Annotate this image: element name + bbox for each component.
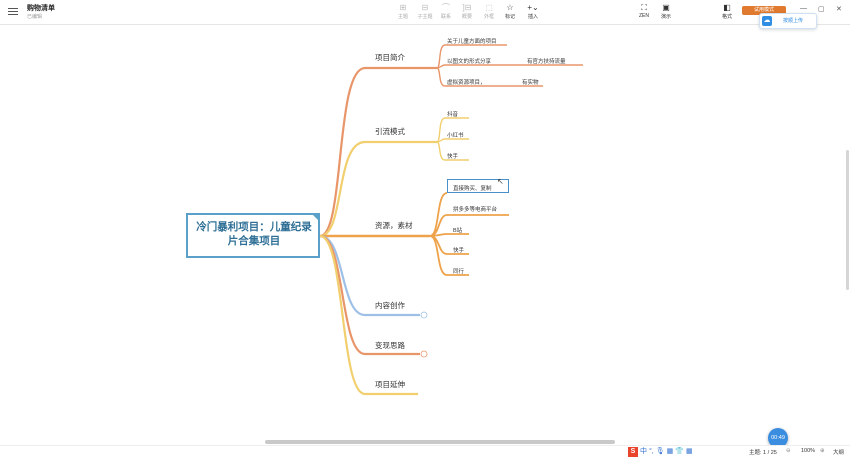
status-bar: S 中 °, 🎙 ▦ 👕 ▦ 主题: 1 / 25 ⊖ 100% ⊕ 大纲 xyxy=(0,445,850,459)
horizontal-scrollbar[interactable] xyxy=(265,440,615,444)
branch-resources[interactable]: 资源，素材 xyxy=(375,220,413,231)
root-topic[interactable]: 冷门暴利项目：儿童纪录片合集项目 xyxy=(186,213,320,258)
skin-icon[interactable]: 👕 xyxy=(675,447,684,457)
leaf-intro-3[interactable]: 虚拟资源项目， xyxy=(447,78,486,86)
toolbox-icon[interactable]: ▦ xyxy=(686,447,693,457)
zoom-out-icon[interactable]: ⊖ xyxy=(786,448,791,454)
ime-punct-icon[interactable]: °, xyxy=(649,447,654,457)
zoom-in-icon[interactable]: ⊕ xyxy=(820,448,825,454)
collapse-dot-monetize xyxy=(420,350,428,358)
topic-count: 主题: 1 / 25 xyxy=(749,450,777,456)
collapse-dot-content xyxy=(420,311,428,319)
connector-content xyxy=(319,234,420,317)
mindmap-connectors xyxy=(319,44,583,396)
ime-toolbar[interactable]: S 中 °, 🎙 ▦ 👕 ▦ xyxy=(628,447,693,457)
leaf-traffic-3[interactable]: 快手 xyxy=(447,152,458,160)
sogou-icon: S xyxy=(628,447,638,457)
leaf-intro-1[interactable]: 关于儿童方面的项目 xyxy=(447,37,497,45)
branch-intro[interactable]: 项目简介 xyxy=(375,52,405,63)
microphone-icon[interactable]: 🎙 xyxy=(656,447,665,457)
leaf-resources-2[interactable]: 拼多多等电商平台 xyxy=(453,205,497,213)
outline-button[interactable]: 大纲 xyxy=(833,448,844,456)
leaf-resources-4[interactable]: 快手 xyxy=(453,246,464,254)
connector-intro xyxy=(319,66,437,238)
branch-content[interactable]: 内容创作 xyxy=(375,300,405,311)
branch-monetize[interactable]: 变现思路 xyxy=(375,340,405,351)
leaf-resources-1[interactable]: 直接购买、复制 xyxy=(453,184,492,192)
branch-traffic[interactable]: 引流模式 xyxy=(375,126,405,137)
leaf-traffic-2[interactable]: 小红书 xyxy=(447,131,464,139)
leaf-resources-3[interactable]: B站 xyxy=(453,226,462,234)
vertical-scrollbar[interactable] xyxy=(846,150,849,290)
zoom-level[interactable]: 100% xyxy=(801,448,815,454)
leaf-intro-2[interactable]: 以图文的形式分享 xyxy=(447,57,491,65)
leaf-intro-5[interactable]: 有实物 xyxy=(522,78,539,86)
leaf-intro-4[interactable]: 有官方扶持流量 xyxy=(527,57,566,65)
branch-extension[interactable]: 项目延伸 xyxy=(375,379,405,390)
leaf-resources-5[interactable]: 同行 xyxy=(453,267,464,275)
leaf-traffic-1[interactable]: 抖音 xyxy=(447,110,458,118)
connector-monetize xyxy=(319,234,420,356)
ime-lang-icon[interactable]: 中 xyxy=(640,447,647,457)
mouse-cursor-icon: ↖ xyxy=(497,177,504,186)
keyboard-icon[interactable]: ▦ xyxy=(667,447,674,457)
